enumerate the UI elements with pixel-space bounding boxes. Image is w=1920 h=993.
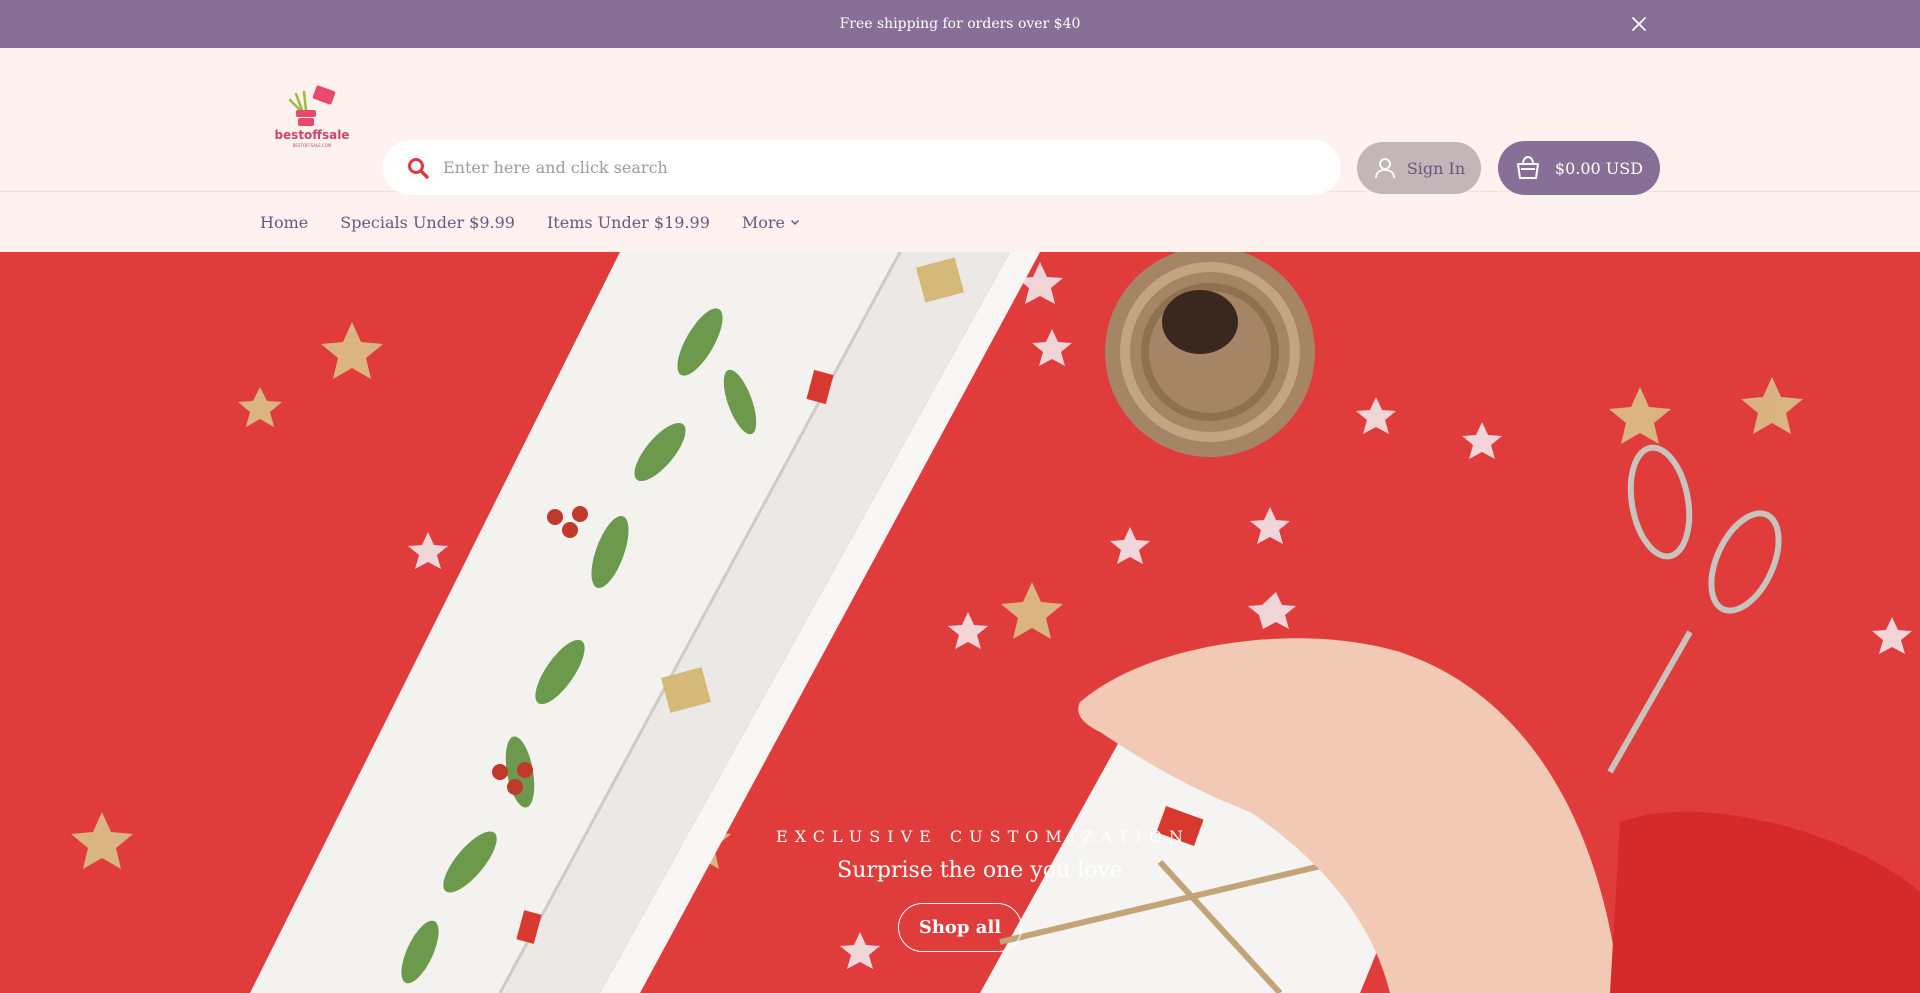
close-icon[interactable] [1628,13,1650,35]
search-bar[interactable] [383,140,1341,195]
site-header: bestoffsale BESTOFFSALE.COM Sign In $0.0… [0,48,1920,195]
sign-in-button[interactable]: Sign In [1357,142,1481,194]
nav-item-label: Home [260,212,309,232]
svg-text:BESTOFFSALE.COM: BESTOFFSALE.COM [293,143,332,148]
main-nav: Home Specials Under $9.99 Items Under $1… [0,192,1920,252]
hero-banner: EXCLUSIVE CUSTOMIZATION Surprise the one… [0,252,1920,993]
search-icon[interactable] [407,157,429,179]
svg-text:bestoffsale: bestoffsale [274,128,349,142]
hero-kicker: EXCLUSIVE CUSTOMIZATION [776,827,1190,846]
shop-all-button[interactable]: Shop all [897,903,1023,952]
cart-total: $0.00 USD [1554,158,1644,178]
nav-item-specials[interactable]: Specials Under $9.99 [340,213,515,232]
nav-item-more[interactable]: More [742,213,801,232]
search-input[interactable] [443,158,1341,177]
nav-item-label: Specials Under $9.99 [340,212,515,232]
sign-in-label: Sign In [1406,158,1466,178]
cart-button[interactable]: $0.00 USD [1498,141,1660,195]
announcement-bar: Free shipping for orders over $40 [0,0,1920,48]
nav-item-label: More [741,212,786,232]
nav-item-label: Items Under $19.99 [546,212,710,232]
chevron-down-icon [791,219,800,226]
hero-content: EXCLUSIVE CUSTOMIZATION Surprise the one… [0,827,1920,952]
announcement-text: Free shipping for orders over $40 [839,16,1081,32]
nav-item-home[interactable]: Home [260,213,308,232]
basket-icon [1516,155,1539,179]
user-icon [1374,158,1395,179]
hero-headline: Surprise the one you love [837,858,1123,883]
logo[interactable]: bestoffsale BESTOFFSALE.COM [272,84,352,154]
nav-item-items-under-19[interactable]: Items Under $19.99 [547,213,710,232]
